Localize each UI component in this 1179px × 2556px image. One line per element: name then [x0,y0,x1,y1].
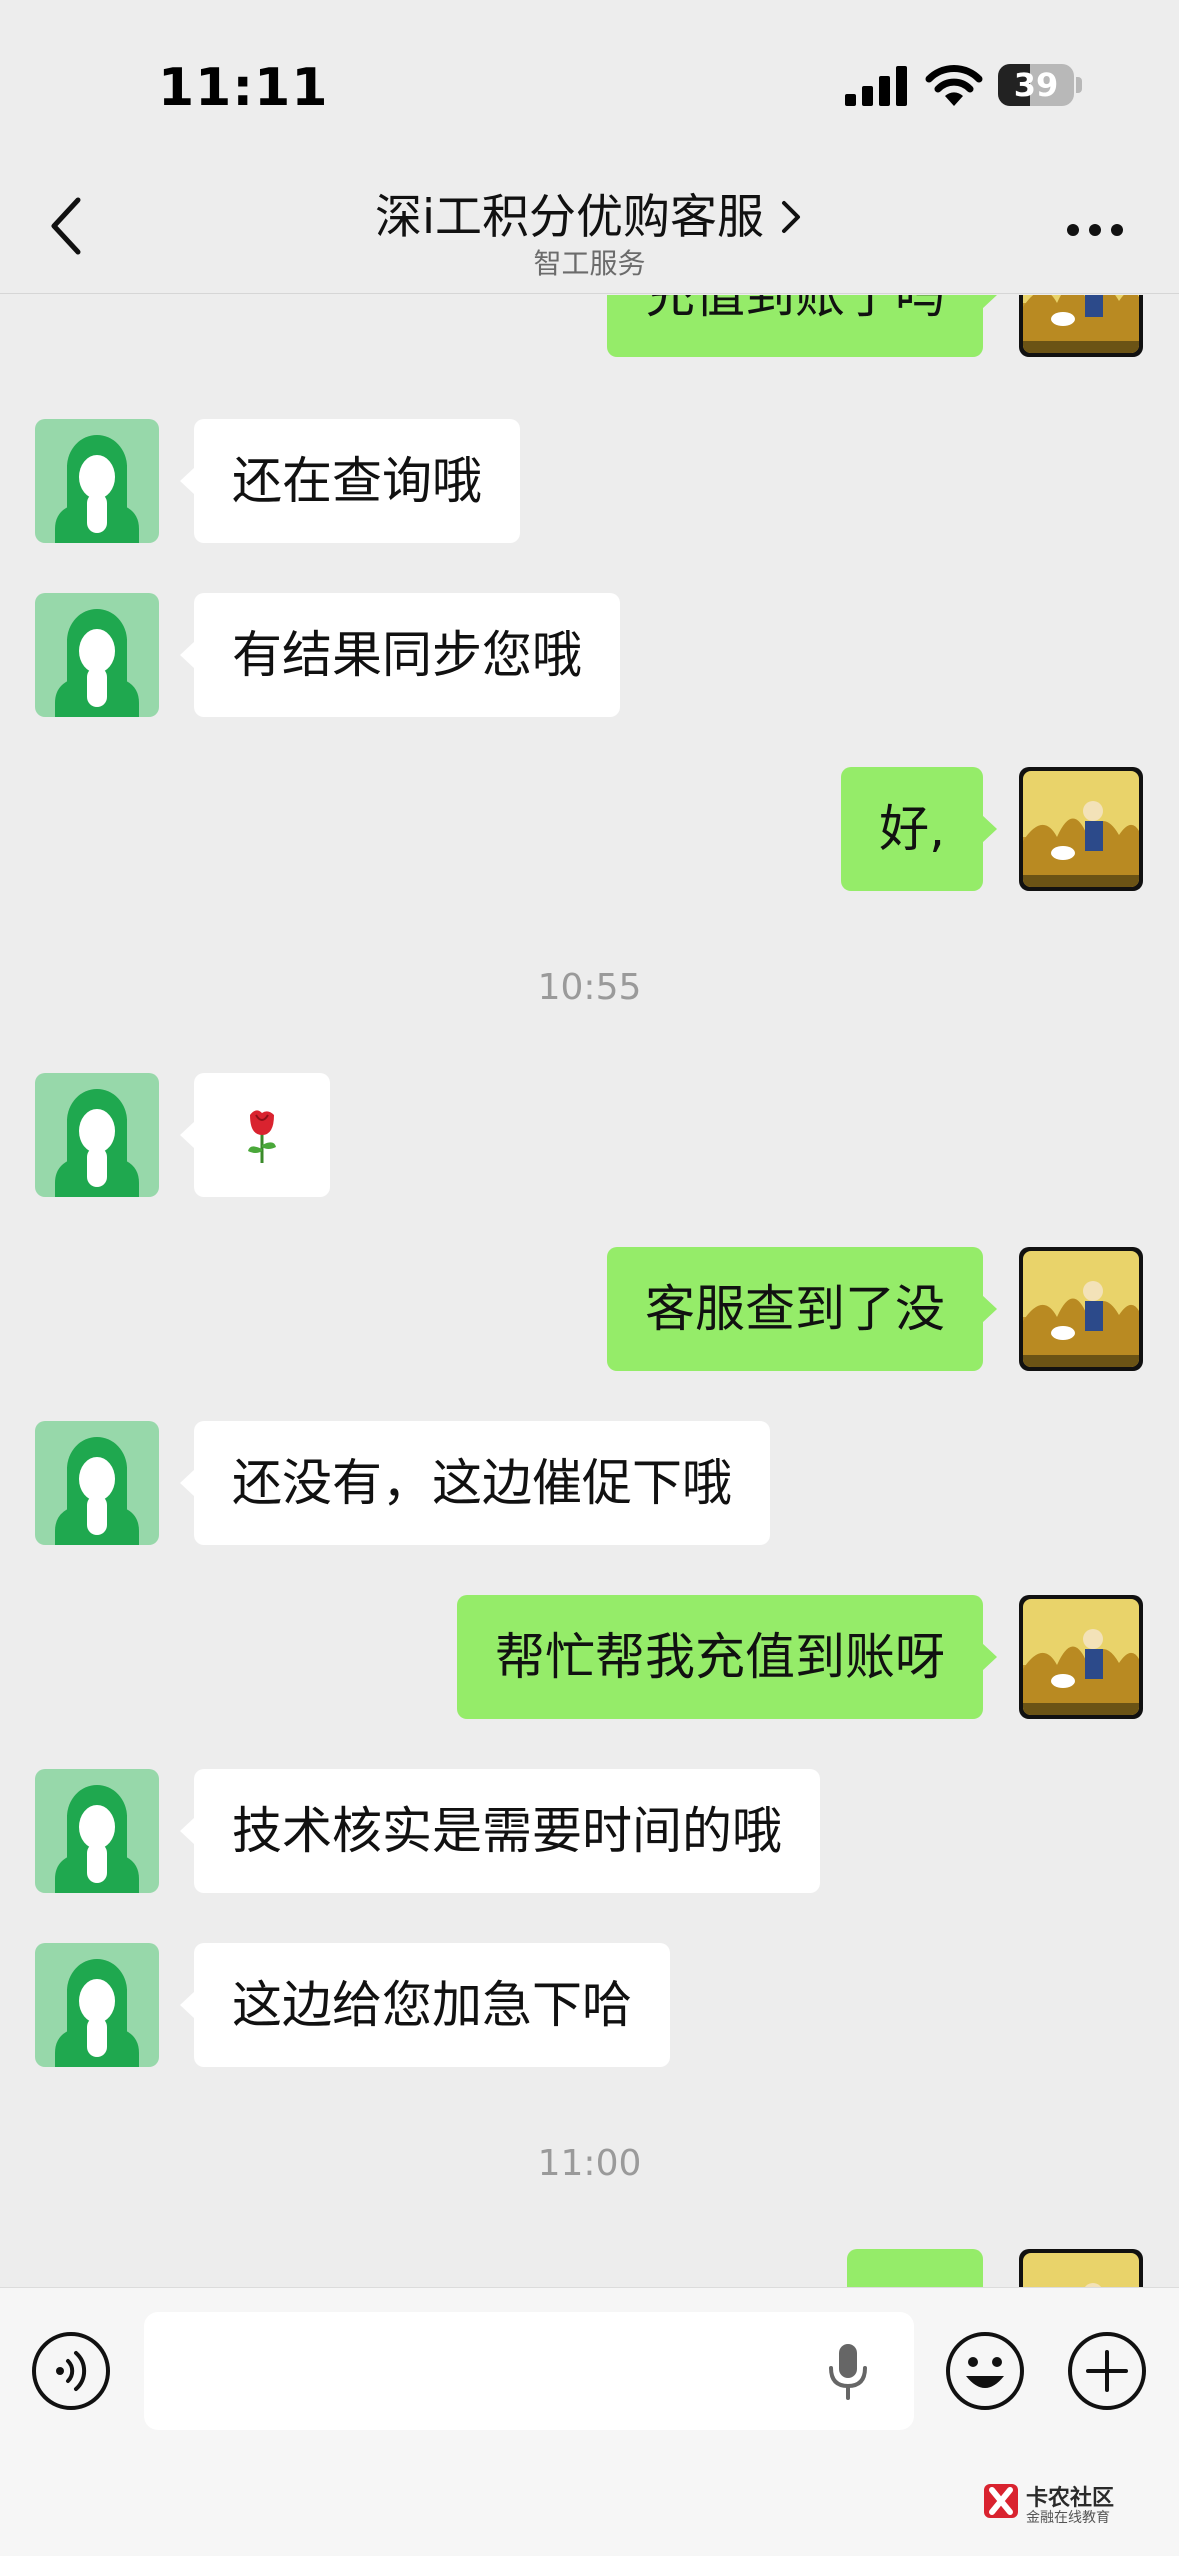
chat-subtitle: 智工服务 [533,247,646,280]
emoji-icon[interactable] [944,2330,1026,2412]
service-avatar[interactable] [35,1421,159,1545]
received-bubble[interactable]: 还没有，这边催促下哦 [180,1421,770,1545]
watermark-subtitle: 金融在线教育 [1026,2510,1110,2526]
received-bubble[interactable]: 还在查询哦 [180,419,520,543]
chat-title: 深i工积分优购客服 [374,190,765,245]
sent-bubble[interactable]: 客服查到了没 [607,1247,997,1371]
message-row: 充值到账了吗 [0,295,1179,357]
user-avatar[interactable] [1019,1247,1143,1371]
message-text-input[interactable] [144,2312,914,2430]
chevron-right-icon [782,201,801,233]
sent-bubble[interactable]: 好, [841,767,997,891]
service-avatar[interactable] [35,1073,159,1197]
received-bubble[interactable] [180,1073,330,1197]
battery-level: 39 [1013,66,1059,104]
service-avatar[interactable] [35,1769,159,1893]
input-bar: 卡农社区 金融在线教育 [0,2287,1179,2556]
service-avatar[interactable] [35,1943,159,2067]
message-row: 这边给您加急下哈 [0,1943,1179,2067]
message-row [0,2249,1179,2287]
sent-bubble[interactable] [847,2249,983,2287]
message-row: 好, [0,767,1179,891]
status-time: 11:11 [158,58,329,118]
rose-icon [248,1110,276,1163]
user-avatar[interactable] [1019,767,1143,891]
voice-input-icon[interactable] [30,2330,112,2412]
chat-title-link[interactable]: 深i工积分优购客服 [0,178,1179,247]
user-avatar[interactable] [1019,2249,1143,2287]
status-bar: 11:11 39 [0,0,1179,170]
message-row: 客服查到了没 [0,1247,1179,1371]
battery-icon: 39 [998,64,1082,106]
received-bubble[interactable]: 技术核实是需要时间的哦 [180,1769,820,1893]
message-row: 还没有，这边催促下哦 [0,1421,1179,1545]
service-avatar[interactable] [35,419,159,543]
cellular-signal-icon [845,66,907,106]
user-avatar[interactable] [1019,1595,1143,1719]
time-divider: 10:55 [537,967,642,1008]
message-row: 还在查询哦 [0,419,1179,543]
kanong-logo-icon [984,2484,1018,2518]
chat-message-list[interactable]: 充值到账了吗 还在查询哦 有结果同步您哦 好, 10:55 客服查到了没 还没有… [0,295,1179,2287]
service-avatar[interactable] [35,593,159,717]
received-bubble[interactable]: 有结果同步您哦 [180,593,620,717]
microphone-icon[interactable] [826,2342,870,2402]
sent-bubble[interactable]: 帮忙帮我充值到账呀 [457,1595,997,1719]
message-row: 有结果同步您哦 [0,593,1179,717]
received-bubble[interactable]: 这边给您加急下哈 [180,1943,670,2067]
wifi-icon [925,65,983,106]
message-row: 技术核实是需要时间的哦 [0,1769,1179,1893]
watermark: 卡农社区 金融在线教育 [980,2480,1160,2528]
sent-bubble[interactable]: 充值到账了吗 [607,295,997,357]
message-row: 帮忙帮我充值到账呀 [0,1595,1179,1719]
more-options-icon[interactable] [1066,222,1124,238]
chat-header: 深i工积分优购客服 智工服务 [0,170,1179,294]
time-divider: 11:00 [537,2143,642,2184]
message-row [0,1073,1179,1197]
add-attachment-icon[interactable] [1066,2330,1148,2412]
user-avatar[interactable] [1019,295,1143,357]
